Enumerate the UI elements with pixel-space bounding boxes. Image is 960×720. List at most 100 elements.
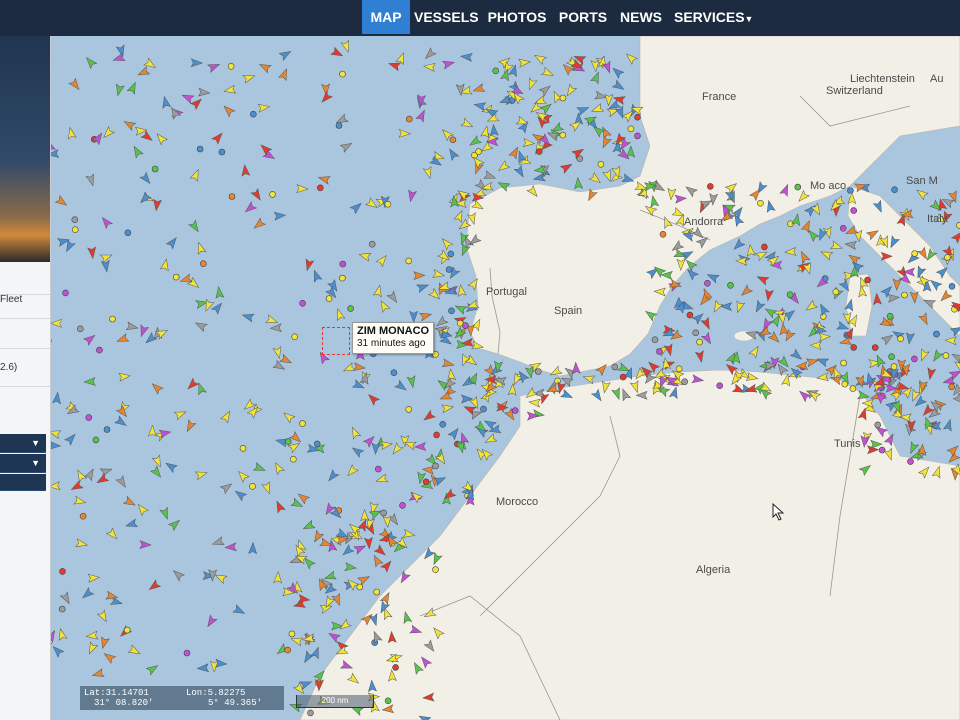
anchored-vessel-marker[interactable] xyxy=(347,305,354,312)
anchored-vessel-marker[interactable] xyxy=(794,183,802,191)
anchored-vessel-marker[interactable] xyxy=(288,630,296,638)
anchored-vessel-marker[interactable] xyxy=(71,216,79,223)
anchored-vessel-marker[interactable] xyxy=(619,373,627,381)
nav-photos[interactable]: PHOTOS xyxy=(484,0,550,34)
anchored-vessel-marker[interactable] xyxy=(651,336,659,344)
anchored-vessel-marker[interactable] xyxy=(891,186,898,193)
anchored-vessel-marker[interactable] xyxy=(59,568,66,575)
anchored-vessel-marker[interactable] xyxy=(151,165,159,173)
anchored-vessel-marker[interactable] xyxy=(291,333,299,341)
anchored-vessel-marker[interactable] xyxy=(634,113,641,121)
anchored-vessel-marker[interactable] xyxy=(405,257,413,265)
anchored-vessel-marker[interactable] xyxy=(339,70,346,78)
vessel-map[interactable] xyxy=(0,36,960,720)
anchored-vessel-marker[interactable] xyxy=(58,605,66,613)
anchored-vessel-marker[interactable] xyxy=(62,289,69,297)
anchored-vessel-marker[interactable] xyxy=(339,274,346,282)
anchored-vessel-marker[interactable] xyxy=(439,420,447,428)
anchored-vessel-marker[interactable] xyxy=(559,94,567,102)
anchored-vessel-marker[interactable] xyxy=(704,280,711,287)
anchored-vessel-marker[interactable] xyxy=(475,148,482,155)
anchored-vessel-marker[interactable] xyxy=(289,455,297,463)
anchored-vessel-marker[interactable] xyxy=(339,260,347,268)
anchored-vessel-marker[interactable] xyxy=(422,478,430,486)
anchored-vessel-marker[interactable] xyxy=(448,307,455,315)
anchored-vessel-marker[interactable] xyxy=(832,288,840,296)
anchored-vessel-marker[interactable] xyxy=(839,225,847,232)
anchored-vessel-marker[interactable] xyxy=(183,649,191,657)
anchored-vessel-marker[interactable] xyxy=(218,148,226,156)
anchored-vessel-marker[interactable] xyxy=(284,438,292,445)
anchored-vessel-marker[interactable] xyxy=(392,664,399,671)
anchored-vessel-marker[interactable] xyxy=(228,193,236,200)
anchored-vessel-marker[interactable] xyxy=(96,346,103,354)
anchored-vessel-marker[interactable] xyxy=(103,426,111,433)
anchored-vessel-marker[interactable] xyxy=(871,344,879,351)
anchored-vessel-marker[interactable] xyxy=(696,338,703,346)
anchored-vessel-marker[interactable] xyxy=(449,136,457,144)
anchored-vessel-marker[interactable] xyxy=(611,363,619,371)
anchored-vessel-marker[interactable] xyxy=(313,440,321,448)
dropdown-3[interactable] xyxy=(0,474,46,491)
anchored-vessel-marker[interactable] xyxy=(384,697,392,705)
anchored-vessel-marker[interactable] xyxy=(656,348,663,355)
anchored-vessel-marker[interactable] xyxy=(878,446,886,454)
anchored-vessel-marker[interactable] xyxy=(727,282,734,289)
anchored-vessel-marker[interactable] xyxy=(948,383,956,391)
anchored-vessel-marker[interactable] xyxy=(356,583,364,591)
anchored-vessel-marker[interactable] xyxy=(239,444,247,452)
anchored-vessel-marker[interactable] xyxy=(681,378,689,386)
anchored-vessel-marker[interactable] xyxy=(432,566,439,573)
anchored-vessel-marker[interactable] xyxy=(250,110,257,118)
anchored-vessel-marker[interactable] xyxy=(942,352,950,359)
anchored-vessel-marker[interactable] xyxy=(124,229,132,237)
anchored-vessel-marker[interactable] xyxy=(249,482,256,490)
anchored-vessel-marker[interactable] xyxy=(123,626,131,634)
anchored-vessel-marker[interactable] xyxy=(405,115,413,123)
anchored-vessel-marker[interactable] xyxy=(864,276,871,284)
anchored-vessel-marker[interactable] xyxy=(706,183,714,190)
anchored-vessel-marker[interactable] xyxy=(897,335,904,343)
anchored-vessel-marker[interactable] xyxy=(886,312,894,320)
anchored-vessel-marker[interactable] xyxy=(627,125,635,133)
anchored-vessel-marker[interactable] xyxy=(384,200,392,208)
anchored-vessel-marker[interactable] xyxy=(447,250,455,258)
anchored-vessel-marker[interactable] xyxy=(757,199,764,207)
anchored-vessel-marker[interactable] xyxy=(890,363,898,370)
anchored-vessel-marker[interactable] xyxy=(850,344,858,351)
anchored-vessel-marker[interactable] xyxy=(634,132,641,140)
anchored-vessel-marker[interactable] xyxy=(492,67,500,75)
anchored-vessel-marker[interactable] xyxy=(933,330,940,338)
anchored-vessel-marker[interactable] xyxy=(307,709,314,717)
anchored-vessel-marker[interactable] xyxy=(445,266,453,273)
anchored-vessel-marker[interactable] xyxy=(299,420,306,427)
anchored-vessel-marker[interactable] xyxy=(433,431,440,439)
anchored-vessel-marker[interactable] xyxy=(511,407,519,414)
anchored-vessel-marker[interactable] xyxy=(432,462,439,470)
fleet-label[interactable]: Fleet xyxy=(0,294,22,305)
anchored-vessel-marker[interactable] xyxy=(597,161,605,168)
anchored-vessel-marker[interactable] xyxy=(686,311,694,319)
anchored-vessel-marker[interactable] xyxy=(911,250,919,257)
anchored-vessel-marker[interactable] xyxy=(901,291,908,299)
anchored-vessel-marker[interactable] xyxy=(109,315,116,323)
anchored-vessel-marker[interactable] xyxy=(911,355,918,363)
selected-vessel-marker[interactable] xyxy=(322,327,350,355)
anchored-vessel-marker[interactable] xyxy=(462,322,469,329)
anchored-vessel-marker[interactable] xyxy=(374,465,382,473)
anchored-vessel-marker[interactable] xyxy=(196,145,204,153)
anchored-vessel-marker[interactable] xyxy=(368,240,376,248)
anchored-vessel-marker[interactable] xyxy=(761,243,768,251)
anchored-vessel-marker[interactable] xyxy=(535,148,543,155)
anchored-vessel-marker[interactable] xyxy=(79,512,87,520)
nav-news[interactable]: NEWS xyxy=(616,0,666,34)
anchored-vessel-marker[interactable] xyxy=(675,365,683,373)
anchored-vessel-marker[interactable] xyxy=(874,421,882,429)
dropdown-2[interactable]: ▼ xyxy=(0,454,46,473)
anchored-vessel-marker[interactable] xyxy=(956,222,960,229)
anchored-vessel-marker[interactable] xyxy=(576,155,584,162)
anchored-vessel-marker[interactable] xyxy=(77,325,84,333)
anchored-vessel-marker[interactable] xyxy=(172,273,180,281)
anchored-vessel-marker[interactable] xyxy=(692,329,700,337)
nav-services[interactable]: SERVICES▼ xyxy=(674,0,753,34)
